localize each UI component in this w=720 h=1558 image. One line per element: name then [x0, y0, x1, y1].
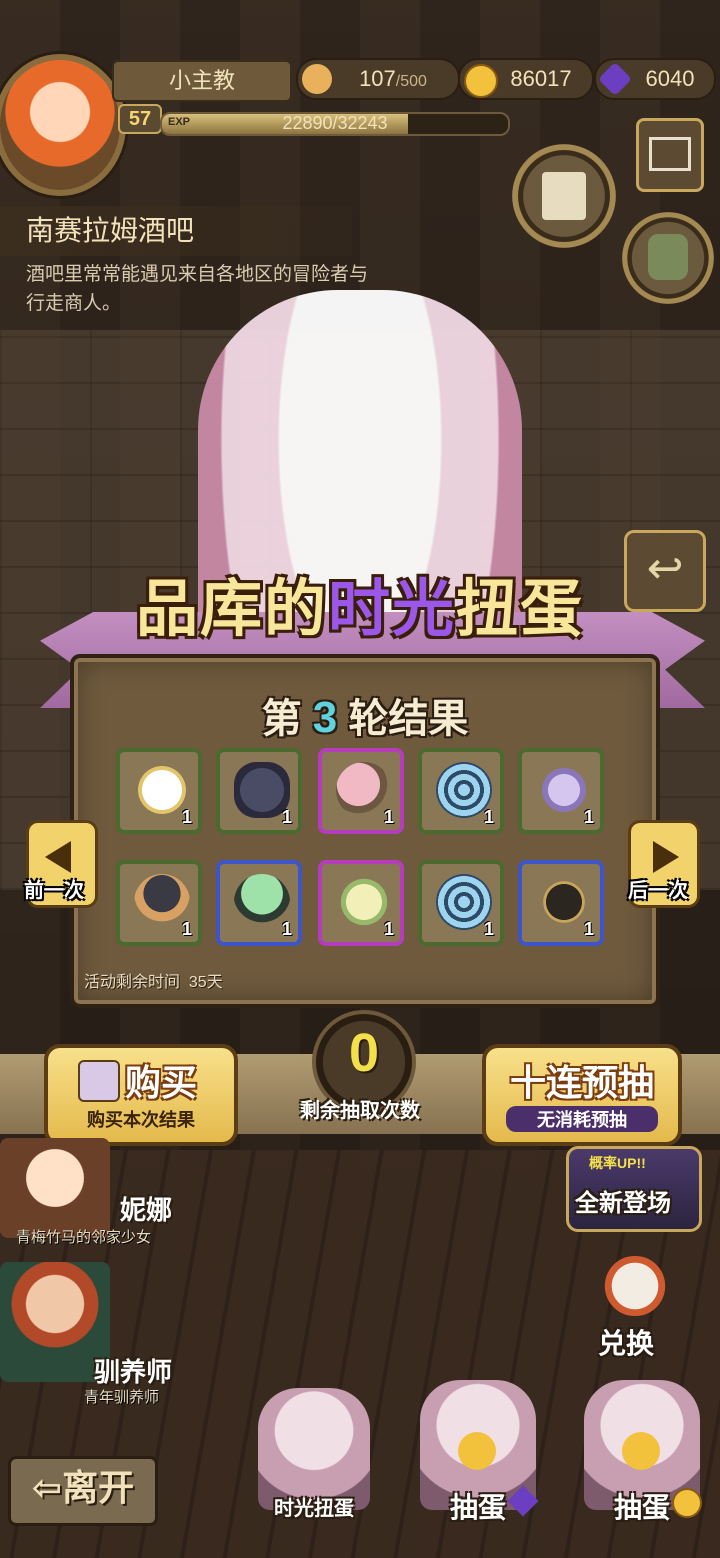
time-gacha-label: 时光扭蛋	[274, 1498, 354, 1520]
exchange-icon	[600, 1256, 670, 1316]
item-qty: 1	[181, 807, 192, 827]
location-name: 南赛拉姆酒吧	[0, 206, 352, 256]
mail-button[interactable]	[636, 118, 704, 192]
banner-title-highlight: 时光	[327, 575, 456, 644]
timer-value: 35天	[188, 974, 223, 991]
gold-value: 86017	[510, 66, 572, 91]
remaining-draws-count: 0	[348, 1023, 380, 1083]
ten-pull-label: 十连预抽	[509, 1062, 654, 1103]
item-qty: 1	[383, 807, 394, 827]
gacha-capsule-icon	[458, 1432, 496, 1470]
backpack-button[interactable]	[622, 212, 714, 304]
result-item-2[interactable]: 1	[216, 748, 302, 834]
gacha-capsule-icon	[622, 1432, 660, 1470]
right-arrow-icon	[653, 841, 679, 873]
event-timer: 活动剩余时间 35天	[84, 968, 223, 992]
round-prefix: 第	[261, 697, 302, 741]
return-arrow-icon: ↩	[646, 544, 684, 593]
timer-label: 活动剩余时间	[84, 974, 181, 991]
banner-title-prefix: 品库的	[135, 575, 328, 644]
ten-pull-preview-button[interactable]: 十连预抽 无消耗预抽	[482, 1044, 682, 1146]
rate-up-badge: 概率UP!!	[589, 1155, 646, 1171]
exp-text: 22890/32243	[282, 113, 388, 133]
npc-tamer-subtitle: 青年驯养师	[84, 1389, 160, 1406]
return-button[interactable]: ↩	[624, 530, 706, 612]
ten-pull-sublabel: 无消耗预抽	[506, 1106, 658, 1132]
npc-nina-subtitle: 青梅竹马的邻家少女	[16, 1229, 152, 1246]
item-qty: 1	[281, 807, 292, 827]
exchange-label: 兑换	[598, 1328, 655, 1359]
item-qty: 1	[583, 807, 594, 827]
back-arrow-icon: ⇦	[31, 1467, 63, 1508]
result-item-6[interactable]: 1	[116, 860, 202, 946]
buy-button[interactable]: 购买 购买本次结果	[44, 1044, 238, 1146]
remaining-draws-label: 剩余抽取次数	[300, 1100, 420, 1122]
player-level: 57	[118, 104, 162, 134]
exchange-button[interactable]: 兑换	[576, 1250, 696, 1360]
result-item-9[interactable]: 1	[418, 860, 504, 946]
gold-resource[interactable]: 86017	[458, 58, 594, 100]
npc-nina-name[interactable]: 妮娜	[120, 1190, 172, 1227]
result-item-3[interactable]: 1	[318, 748, 404, 834]
result-item-1[interactable]: 1	[116, 748, 202, 834]
quest-scroll-button[interactable]	[512, 144, 616, 248]
player-avatar[interactable]	[0, 54, 126, 196]
gold-coin-icon	[464, 64, 498, 98]
npc-tamer-name[interactable]: 驯养师	[94, 1352, 172, 1389]
leave-button[interactable]: ⇦离开	[8, 1456, 158, 1526]
next-round-label: 后一次	[628, 880, 688, 902]
result-panel: 第 3 轮结果 1 1 1 1 1 1 1 1 1 1 活动剩余时间 35天	[70, 654, 660, 1008]
bread-resource[interactable]: 107/500	[296, 58, 460, 100]
new-arrival-label: 全新登场	[575, 1190, 671, 1217]
scroll-icon	[542, 172, 586, 220]
item-qty: 1	[383, 919, 394, 939]
round-number: 3	[312, 693, 338, 742]
player-name: 小主教	[112, 60, 292, 102]
bread-max: /500	[395, 73, 427, 90]
result-item-4[interactable]: 1	[418, 748, 504, 834]
leave-label: 离开	[62, 1467, 135, 1508]
prev-round-label: 前一次	[24, 880, 84, 902]
exp-bar: EXP 22890/32243	[160, 112, 510, 136]
gem-resource[interactable]: 6040	[594, 58, 716, 100]
buy-label: 购买	[124, 1062, 197, 1103]
left-arrow-icon	[45, 841, 71, 873]
item-qty: 1	[583, 919, 594, 939]
bread-value: 107	[359, 66, 396, 91]
backpack-icon	[648, 234, 688, 280]
banner-title: 品库的时光扭蛋	[90, 560, 630, 660]
result-item-7[interactable]: 1	[216, 860, 302, 946]
round-result-title: 第 3 轮结果	[74, 686, 656, 744]
gold-coin-icon	[672, 1488, 702, 1518]
result-item-10[interactable]: 1	[518, 860, 604, 946]
purple-gem-icon	[598, 62, 632, 96]
round-suffix: 轮结果	[348, 697, 469, 741]
buy-sublabel: 购买本次结果	[87, 1110, 195, 1130]
banner-title-suffix: 扭蛋	[456, 575, 585, 644]
item-qty: 1	[483, 919, 494, 939]
gem-value: 6040	[645, 66, 695, 91]
new-arrival-button[interactable]: 概率UP!! 全新登场	[566, 1146, 702, 1232]
npc-nina-portrait[interactable]	[0, 1138, 110, 1238]
envelope-icon	[649, 137, 691, 171]
item-qty: 1	[281, 919, 292, 939]
result-item-8[interactable]: 1	[318, 860, 404, 946]
bread-icon	[302, 64, 332, 94]
result-item-5[interactable]: 1	[518, 748, 604, 834]
item-qty: 1	[483, 807, 494, 827]
item-qty: 1	[181, 919, 192, 939]
